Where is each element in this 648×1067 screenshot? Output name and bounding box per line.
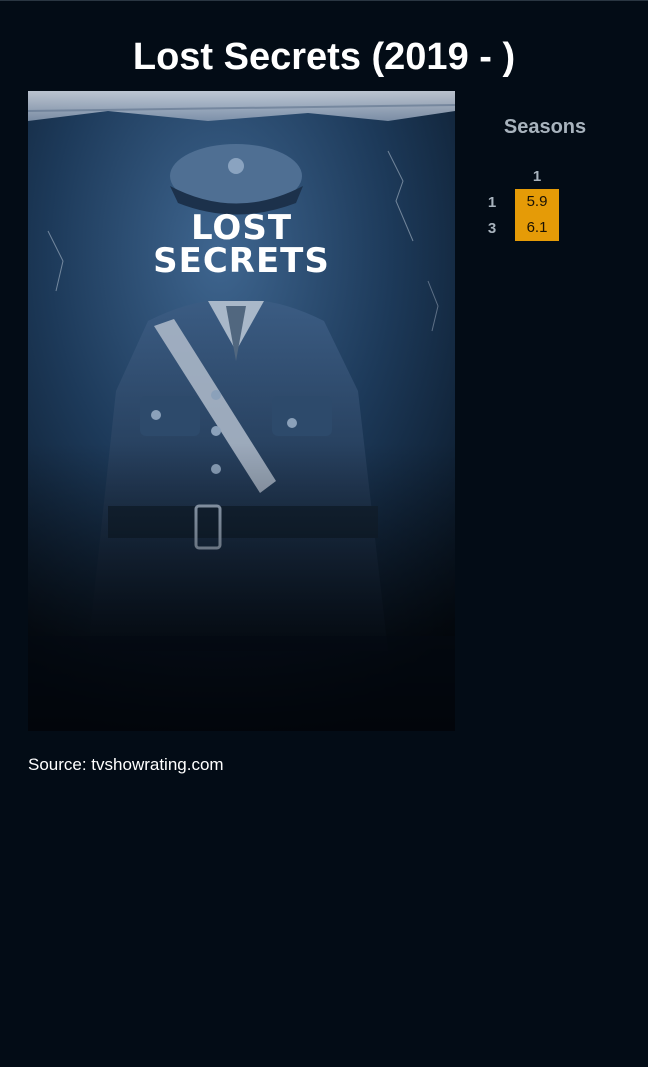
- page-title: Lost Secrets (2019 - ): [132, 36, 516, 78]
- poster-logo-line2: SECRETS: [153, 241, 330, 281]
- rating-cell[interactable]: 6.1: [515, 215, 559, 241]
- episode-row-label: 1: [487, 194, 497, 211]
- season-column-header: 1: [532, 168, 542, 185]
- seasons-heading: Seasons: [503, 116, 587, 138]
- episode-row-label: 3: [487, 220, 497, 237]
- top-divider: [0, 0, 648, 1]
- poster-artwork: [28, 91, 455, 731]
- poster-logo: LOST SECRETS: [28, 211, 455, 281]
- source-credit: Source: tvshowrating.com: [28, 755, 224, 774]
- show-poster: LOST SECRETS: [28, 91, 455, 731]
- rating-cell[interactable]: 5.9: [515, 189, 559, 215]
